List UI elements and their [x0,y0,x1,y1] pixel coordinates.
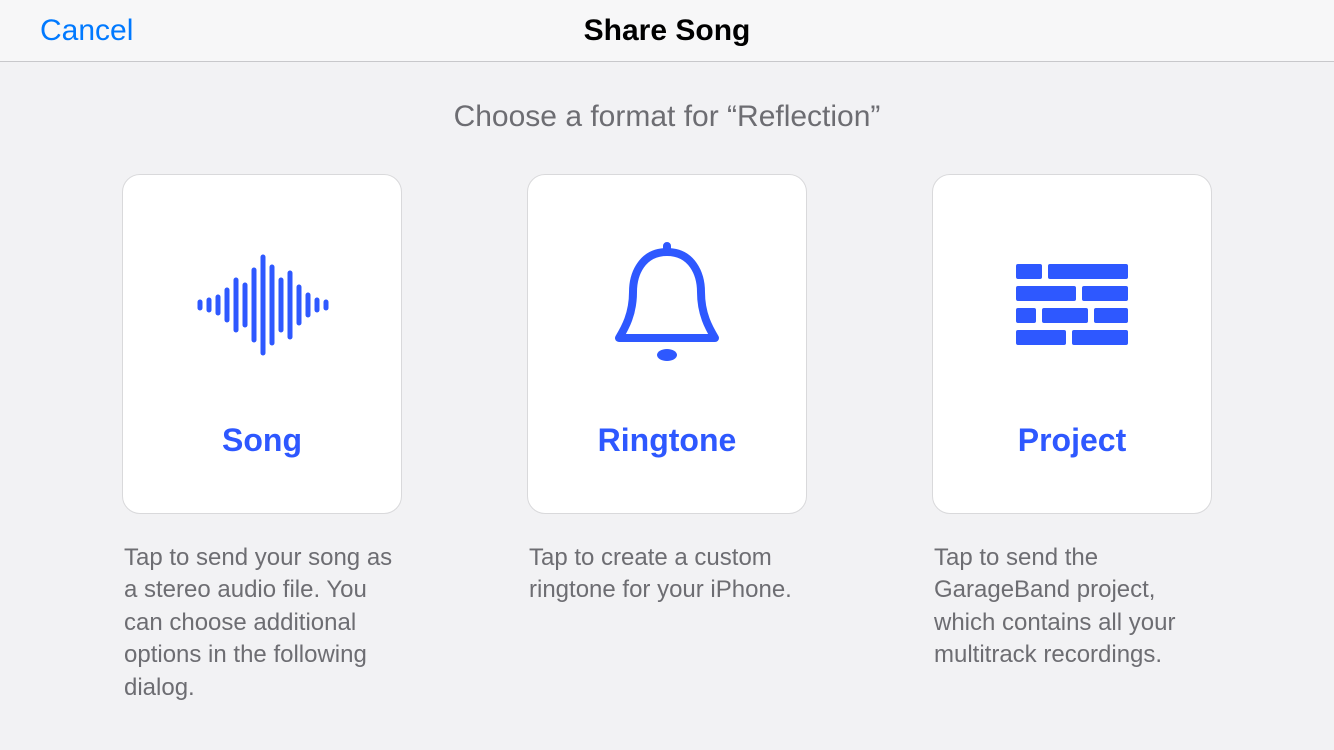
bell-icon [528,175,806,435]
option-ringtone: Ringtone Tap to create a custom ringtone… [527,174,807,704]
card-ringtone-desc: Tap to create a custom ringtone for your… [527,542,807,607]
card-song[interactable]: Song [122,174,402,514]
format-prompt: Choose a format for “Reflection” [0,100,1334,134]
cancel-button[interactable]: Cancel [40,14,133,48]
option-project: Project Tap to send the GarageBand proje… [932,174,1212,704]
page-title: Share Song [584,14,751,48]
content: Choose a format for “Reflection” [0,62,1334,704]
tracks-icon [933,175,1211,435]
card-project-desc: Tap to send the GarageBand project, whic… [932,542,1212,672]
card-song-desc: Tap to send your song as a stereo audio … [122,542,402,704]
format-options: Song Tap to send your song as a stereo a… [0,174,1334,704]
card-ringtone[interactable]: Ringtone [527,174,807,514]
waveform-icon [123,175,401,435]
navbar: Cancel Share Song [0,0,1334,62]
card-project[interactable]: Project [932,174,1212,514]
option-song: Song Tap to send your song as a stereo a… [122,174,402,704]
